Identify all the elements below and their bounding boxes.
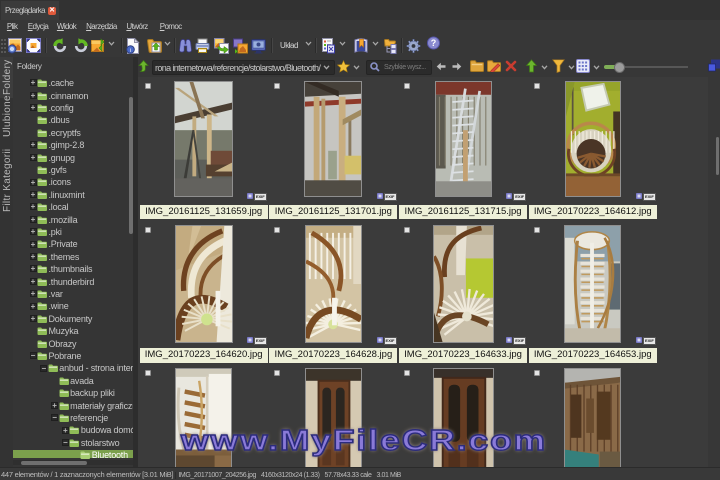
svg-text:?: ? <box>431 38 437 48</box>
svg-text:i: i <box>130 48 131 54</box>
